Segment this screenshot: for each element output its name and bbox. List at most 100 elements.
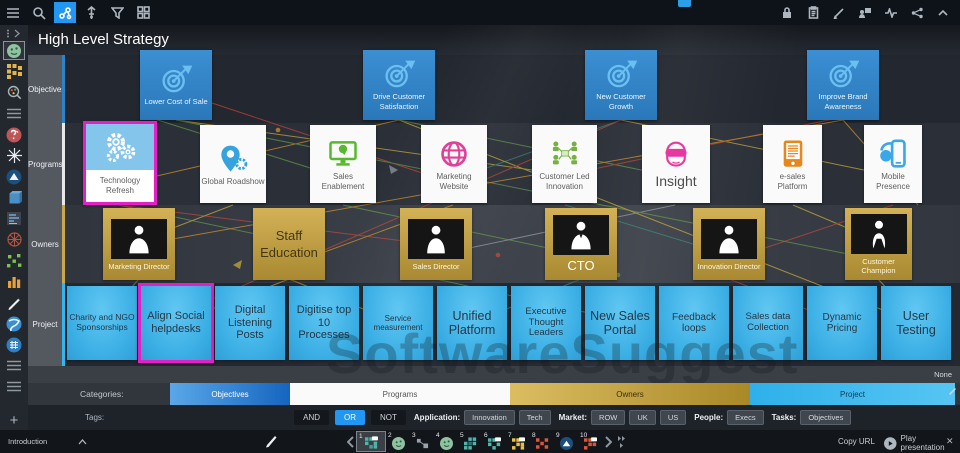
share-icon[interactable] [906,2,928,23]
item-customer-led-innovation[interactable]: Customer Led Innovation [532,125,597,203]
item-improve-brand-awareness[interactable]: Improve Brand Awareness [807,50,879,120]
operator-not[interactable]: NOT [371,410,406,425]
none-label[interactable]: None [934,370,952,379]
cube-3d-icon[interactable] [3,188,25,207]
item-e-sales-platform[interactable]: e-sales Platform [763,125,822,203]
annotate-pencil-icon[interactable] [264,434,277,448]
item-digitise-top-10-processes[interactable]: Digitise top 10 Processes [289,286,359,360]
edit-pencil-icon[interactable] [828,2,850,23]
item-label: Lower Cost of Sale [144,96,208,106]
item-label: e-sales Platform [777,171,808,191]
slide-3[interactable]: 3 [410,431,434,452]
help-circle-icon[interactable] [3,125,25,144]
item-user-testing[interactable]: User Testing [881,286,951,360]
activity-icon[interactable] [880,2,902,23]
item-dynamic-pricing[interactable]: Dynamic Pricing [807,286,877,360]
slide-1[interactable]: 1 [356,431,386,452]
tag-tech[interactable]: Tech [518,410,551,425]
slide-6[interactable]: 6 [482,431,506,452]
item-marketing-director[interactable]: Marketing Director [103,208,175,280]
network-sphere-icon[interactable] [3,230,25,249]
slide-2[interactable]: 2 [386,431,410,452]
filter-icon[interactable] [106,2,128,23]
item-new-sales-portal[interactable]: New Sales Portal [585,286,655,360]
item-global-roadshow[interactable]: Global Roadshow [200,125,266,203]
item-customer-champion[interactable]: Customer Champion [845,208,912,280]
copy-url-button[interactable]: Copy URL [838,437,875,446]
tag-execs[interactable]: Execs [727,410,764,425]
item-digital-listening-posts[interactable]: Digital Listening Posts [215,286,285,360]
pencil-edit-icon[interactable] [3,293,25,312]
target-icon [385,60,416,88]
category-segment-programs[interactable]: Programs [290,383,510,405]
story-name[interactable]: Introduction [8,437,47,446]
item-marketing-website[interactable]: Marketing Website [421,125,487,203]
search-icon[interactable] [28,2,50,23]
operator-or[interactable]: OR [335,410,366,425]
spark-burst-icon[interactable] [3,146,25,165]
slide-7[interactable]: 7 [506,431,530,452]
bar-chart-icon[interactable] [3,272,25,291]
swimlane-sort-icon[interactable] [80,2,102,23]
item-mobile-presence[interactable]: Mobile Presence [864,125,922,203]
clipboard-icon[interactable] [802,2,824,23]
operator-and[interactable]: AND [294,410,330,425]
tag-uk[interactable]: UK [629,410,656,425]
sidebar-expander[interactable] [6,26,22,40]
item-technology-refresh[interactable]: Technology Refresh [83,121,157,205]
relationships-view-icon[interactable] [54,2,76,23]
item-innovation-director[interactable]: Innovation Director [693,208,765,280]
explore-search-icon[interactable] [3,83,25,102]
item-sales-data-collection[interactable]: Sales data Collection [733,286,803,360]
slides-prev-chevron-icon[interactable] [344,431,356,452]
item-sales-enablement[interactable]: Sales Enablement [310,125,376,203]
item-align-social-helpdesks[interactable]: Align Social helpdesks [138,283,214,363]
category-segment-objectives[interactable]: Objectives [170,383,290,405]
web-globe-icon[interactable] [3,314,25,333]
category-segment-project[interactable]: Project [750,383,955,405]
slide-9[interactable]: 9 [554,431,578,452]
item-executive-thought-leaders[interactable]: Executive Thought Leaders [511,286,581,360]
item-drive-customer-satisfaction[interactable]: Drive Customer Satisfaction [363,50,435,120]
item-insight[interactable]: Insight [642,125,710,203]
item-unified-platform[interactable]: Unified Platform [437,286,507,360]
tag-innovation[interactable]: Innovation [464,410,515,425]
story-face-icon[interactable] [3,41,25,60]
item-service-measurement[interactable]: Service measurement [363,286,433,360]
scatter-dots-icon[interactable] [3,251,25,270]
tag-row[interactable]: ROW [591,410,626,425]
list-b-icon[interactable] [3,377,25,396]
item-staff-education[interactable]: Staff Education [253,208,325,280]
slide-4[interactable]: 4 [434,431,458,452]
item-charity-ngo-sponsorships[interactable]: Charity and NGO Sponsorships [67,286,137,360]
slide-10[interactable]: 10 [578,431,602,452]
item-sales-director[interactable]: Sales Director [400,208,472,280]
slide-8[interactable]: 8 [530,431,554,452]
slide-skip-controls[interactable] [618,435,626,448]
item-new-customer-growth[interactable]: New Customer Growth [585,50,657,120]
notes-list-icon[interactable] [3,209,25,228]
item-lower-cost-of-sale[interactable]: Lower Cost of Sale [140,50,212,120]
close-icon[interactable]: ✕ [946,436,954,447]
item-feedback-loops[interactable]: Feedback loops [659,286,729,360]
list-view-icon[interactable] [3,104,25,123]
scene-mountain-icon[interactable] [3,167,25,186]
slide-5[interactable]: 5 [458,431,482,452]
add-item-button[interactable]: + [10,413,19,428]
collapse-chevron-icon[interactable] [932,2,954,23]
list-a-icon[interactable] [3,356,25,375]
menu-icon[interactable] [2,2,24,23]
data-table-icon[interactable] [3,335,25,354]
tag-objectives[interactable]: Objectives [800,410,852,425]
layouts-grid-icon[interactable] [132,2,154,23]
tag-us[interactable]: US [659,410,687,425]
slides-next-chevron-icon[interactable] [602,431,614,452]
edit-categories-icon[interactable] [948,386,957,395]
item-label: Mobile Presence [876,171,910,191]
presenter-icon[interactable] [854,2,876,23]
item-cto[interactable]: CTO [545,208,617,280]
kanban-grid-icon[interactable] [3,62,25,81]
category-segment-owners[interactable]: Owners [510,383,750,405]
expand-story-chevron-icon[interactable] [78,439,87,445]
lock-icon[interactable] [776,2,798,23]
